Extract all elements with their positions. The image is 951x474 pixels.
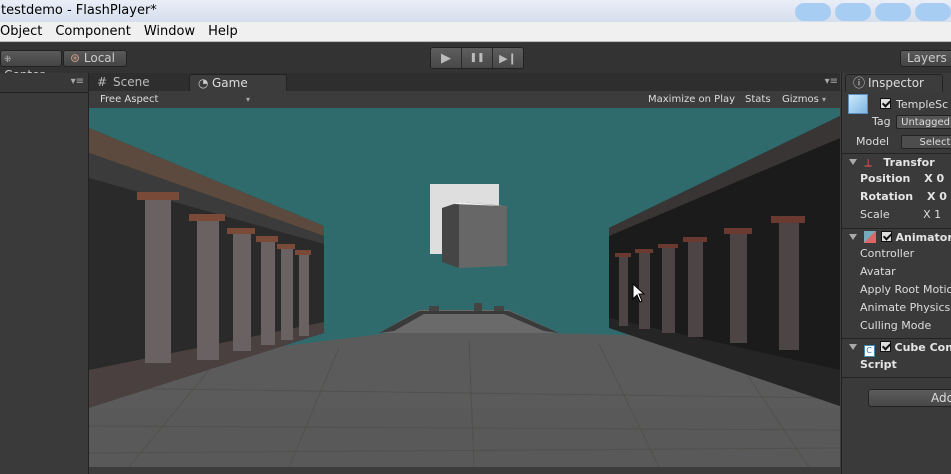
chevron-down-icon: ▾ bbox=[246, 95, 251, 104]
add-component-button[interactable]: Add bbox=[868, 389, 951, 407]
panel-menu-icon[interactable]: ▾≡ bbox=[71, 76, 84, 87]
space-label: Local bbox=[83, 51, 115, 65]
layers-dropdown[interactable]: Layers bbox=[900, 50, 951, 67]
menu-object[interactable]: Object bbox=[0, 22, 49, 41]
rotation-row: Rotation X 0 bbox=[860, 188, 951, 206]
view-tabstrip: # Scene ◔ Game ▾≡ bbox=[89, 73, 840, 92]
scene-icon: # bbox=[97, 75, 108, 89]
apply-root-motion-label: Apply Root Motio bbox=[860, 283, 951, 296]
culling-mode-label: Culling Mode bbox=[860, 319, 932, 332]
play-icon: ▶ bbox=[441, 50, 451, 66]
local-space-icon: ⊛ bbox=[70, 51, 81, 65]
tag-label: Tag bbox=[872, 115, 891, 128]
script-component-header[interactable]: C Cube Con bbox=[849, 339, 951, 357]
tab-game[interactable]: ◔ Game bbox=[189, 74, 287, 92]
tab-game-label: Game bbox=[212, 76, 248, 90]
tab-inspector[interactable]: ⓘ Inspector bbox=[845, 74, 943, 92]
tab-scene[interactable]: # Scene bbox=[91, 74, 187, 92]
chevron-down-icon: ▾ bbox=[822, 95, 827, 104]
animator-icon bbox=[863, 231, 876, 243]
scale-label: Scale bbox=[860, 208, 890, 221]
animator-avatar-label: Avatar bbox=[860, 265, 896, 278]
window-titlebar: testdemo - FlashPlayer* bbox=[0, 0, 951, 22]
model-label: Model bbox=[856, 135, 890, 148]
tag-dropdown[interactable]: Untagged bbox=[896, 115, 951, 129]
stats-toggle[interactable]: Stats bbox=[745, 91, 771, 108]
menu-help[interactable]: Help bbox=[208, 22, 245, 41]
aspect-label: Free Aspect bbox=[100, 94, 159, 105]
model-select-button[interactable]: Select bbox=[900, 135, 951, 149]
hierarchy-panel: ▾≡ bbox=[0, 73, 89, 474]
foldout-arrow-icon[interactable] bbox=[849, 344, 857, 350]
aspect-dropdown[interactable]: Free Aspect bbox=[100, 91, 158, 108]
info-icon: ⓘ bbox=[853, 76, 866, 90]
foldout-arrow-icon[interactable] bbox=[849, 234, 857, 240]
window-title: testdemo - FlashPlayer* bbox=[1, 3, 157, 18]
tab-inspector-label: Inspector bbox=[868, 76, 924, 90]
tag-row: Tag Untagged bbox=[872, 113, 951, 131]
maximize-on-play-toggle[interactable]: Maximize on Play bbox=[648, 91, 735, 108]
titlebar-decoration bbox=[795, 3, 951, 22]
toolbar: ⁜ Center ⊛ Local ▶ ❚❚ ▶❙ Layers bbox=[0, 43, 951, 82]
animator-title: Animator bbox=[895, 231, 951, 244]
rotation-x-field[interactable]: X 0 bbox=[927, 190, 947, 203]
rotation-label: Rotation bbox=[860, 190, 914, 203]
transform-axis-icon: ⟂ bbox=[864, 156, 872, 169]
viewport-bottom-border bbox=[89, 467, 840, 474]
panel-menu-icon[interactable]: ▾≡ bbox=[825, 76, 838, 87]
menu-component[interactable]: Component bbox=[55, 22, 137, 41]
scale-x-field[interactable]: X 1 bbox=[923, 208, 941, 221]
menu-window[interactable]: Window bbox=[144, 22, 202, 41]
divider bbox=[842, 377, 951, 378]
gizmos-label: Gizmos bbox=[782, 94, 819, 105]
game-toolbar: Free Aspect ▾ Maximize on Play Stats Giz… bbox=[89, 91, 840, 108]
position-x-field[interactable]: X 0 bbox=[924, 172, 944, 185]
hierarchy-header: ▾≡ bbox=[0, 73, 88, 93]
scale-row: Scale X 1 bbox=[860, 206, 951, 224]
pivot-center-button[interactable]: ⁜ Center bbox=[0, 50, 62, 82]
object-header: TempleSc bbox=[848, 94, 951, 114]
inspector-panel: ⓘ Inspector TempleSc Tag Untagged Model … bbox=[841, 73, 951, 474]
tab-scene-label: Scene bbox=[113, 75, 150, 89]
step-button[interactable]: ▶❙ bbox=[493, 48, 523, 68]
gizmos-dropdown[interactable]: Gizmos ▾ bbox=[782, 91, 826, 108]
script-enabled-checkbox[interactable] bbox=[880, 341, 891, 352]
model-row: Model Select bbox=[856, 133, 951, 151]
animator-enabled-checkbox[interactable] bbox=[881, 231, 892, 242]
layers-label: Layers bbox=[907, 51, 947, 65]
animator-controller-label: Controller bbox=[860, 247, 915, 260]
script-component-title: Cube Con bbox=[894, 341, 951, 354]
position-label: Position bbox=[860, 172, 911, 185]
menu-bar: Object Component Window Help bbox=[0, 22, 951, 42]
object-name-field[interactable]: TempleSc bbox=[896, 98, 948, 111]
foldout-arrow-icon[interactable] bbox=[849, 159, 857, 165]
space-local-button[interactable]: ⊛ Local bbox=[63, 50, 127, 67]
position-row: Position X 0 bbox=[860, 170, 951, 188]
script-label: Script bbox=[860, 358, 897, 371]
temple-scene-render bbox=[89, 108, 840, 467]
transform-title: Transfor bbox=[883, 156, 935, 169]
game-viewport[interactable] bbox=[89, 108, 840, 467]
add-component-label: Add bbox=[931, 391, 951, 405]
gameobject-cube-icon bbox=[848, 94, 868, 114]
mouse-cursor-icon bbox=[632, 283, 646, 303]
active-checkbox[interactable] bbox=[879, 98, 891, 109]
pause-button[interactable]: ❚❚ bbox=[462, 48, 493, 68]
play-button[interactable]: ▶ bbox=[431, 48, 462, 68]
step-icon: ▶❙ bbox=[499, 51, 517, 65]
model-select-label: Select bbox=[919, 137, 951, 148]
play-controls: ▶ ❚❚ ▶❙ bbox=[430, 47, 524, 69]
tag-value: Untagged bbox=[901, 117, 951, 128]
game-icon: ◔ bbox=[198, 76, 209, 90]
animate-physics-label: Animate Physics bbox=[860, 301, 951, 314]
pause-icon: ❚❚ bbox=[469, 53, 485, 63]
pivot-icon: ⁜ bbox=[4, 55, 12, 65]
